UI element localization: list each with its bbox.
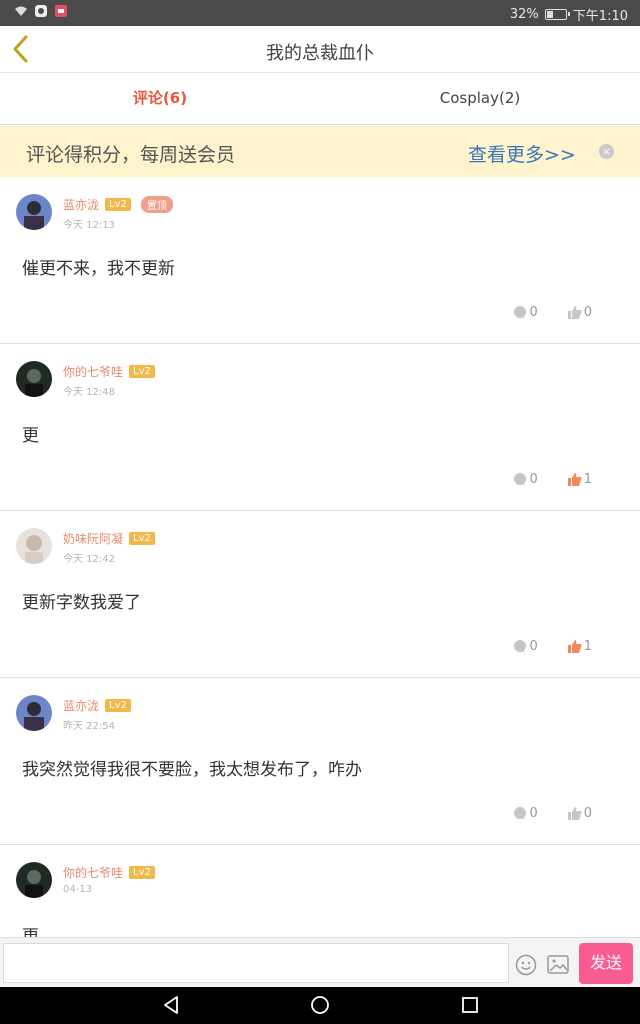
comment-input-bar: 发送 [0, 937, 640, 987]
like-button[interactable]: 1 [567, 639, 592, 654]
header-bar: 我的总裁血仆 [0, 26, 640, 73]
level-badge: Lv2 [105, 198, 131, 211]
recent-apps-square-icon[interactable] [460, 995, 480, 1015]
reply-button[interactable]: 0 [513, 639, 538, 654]
reply-count: 0 [529, 639, 538, 654]
promo-banner: 评论得积分，每周送会员 查看更多>> × [0, 126, 640, 177]
avatar[interactable] [16, 528, 52, 564]
comment-time: 04-13 [63, 884, 93, 895]
thumbs-up-icon [567, 306, 582, 319]
like-button[interactable]: 0 [567, 305, 592, 320]
like-count: 1 [583, 472, 592, 487]
comment-item: 奶味阮阿凝 Lv2 今天 12:42 更新字数我爱了 0 1 [0, 512, 640, 678]
thumbs-up-icon [567, 473, 582, 486]
home-circle-icon[interactable] [310, 995, 330, 1015]
comment-username[interactable]: 蓝亦泷 [63, 196, 99, 213]
avatar[interactable] [16, 361, 52, 397]
comment-username[interactable]: 奶味阮阿凝 [63, 530, 123, 547]
level-badge: Lv2 [129, 532, 155, 545]
comment-text: 我突然觉得我很不要脸，我太想发布了，咋办 [22, 760, 362, 780]
reply-count: 0 [529, 305, 538, 320]
comment-time: 今天 12:13 [63, 220, 115, 231]
wifi-icon [15, 6, 27, 16]
comment-input[interactable] [3, 943, 509, 983]
avatar[interactable] [16, 194, 52, 230]
like-count: 0 [583, 806, 592, 821]
like-button[interactable]: 0 [567, 806, 592, 821]
send-button[interactable]: 发送 [579, 943, 633, 984]
see-more-link[interactable]: 查看更多>> [468, 140, 576, 167]
comment-text: 催更不来，我不更新 [22, 259, 175, 279]
battery-percent: 32% [509, 7, 539, 22]
like-count: 0 [583, 305, 592, 320]
avatar[interactable] [16, 862, 52, 898]
banner-text: 评论得积分，每周送会员 [26, 144, 236, 166]
status-bar: 32% 下午1:10 [0, 0, 640, 26]
comment-username[interactable]: 你的七爷哇 [63, 864, 123, 881]
thumbs-up-icon [567, 640, 582, 653]
level-badge: Lv2 [129, 866, 155, 879]
comment-item: 蓝亦泷 Lv2 昨天 22:54 我突然觉得我很不要脸，我太想发布了，咋办 0 … [0, 679, 640, 845]
pinned-badge: 置顶 [140, 196, 173, 213]
tab-bar: 评论(6) Cosplay(2) [0, 73, 640, 125]
tab-cosplay[interactable]: Cosplay(2) [320, 73, 640, 124]
avatar[interactable] [16, 695, 52, 731]
emoji-icon[interactable] [515, 954, 537, 976]
like-button[interactable]: 1 [567, 472, 592, 487]
comment-bubble-icon [514, 640, 527, 653]
back-triangle-icon[interactable] [161, 995, 181, 1015]
comment-item: 你的七爷哇 Lv2 04-13 更 [0, 846, 640, 937]
thumbs-up-icon [567, 807, 582, 820]
comment-username[interactable]: 蓝亦泷 [63, 697, 99, 714]
reply-button[interactable]: 0 [513, 472, 538, 487]
comment-username[interactable]: 你的七爷哇 [63, 363, 123, 380]
like-count: 1 [583, 639, 592, 654]
comment-item: 蓝亦泷 Lv2 置顶 今天 12:13 催更不来，我不更新 0 0 [0, 178, 640, 344]
reply-button[interactable]: 0 [513, 806, 538, 821]
image-icon[interactable] [547, 955, 569, 974]
reply-button[interactable]: 0 [513, 305, 538, 320]
comment-text: 更新字数我爱了 [22, 593, 141, 613]
app-notification-icon [35, 5, 47, 17]
comment-bubble-icon [514, 807, 527, 820]
battery-icon [544, 9, 570, 20]
reply-count: 0 [529, 806, 538, 821]
close-banner-icon[interactable]: × [599, 144, 614, 159]
comment-item: 你的七爷哇 Lv2 今天 12:48 更 0 1 [0, 345, 640, 511]
message-notification-icon [55, 5, 67, 17]
tab-comments[interactable]: 评论(6) [0, 73, 320, 124]
page-title: 我的总裁血仆 [266, 43, 374, 64]
comment-time: 今天 12:42 [63, 554, 115, 565]
level-badge: Lv2 [129, 365, 155, 378]
reply-count: 0 [529, 472, 538, 487]
comment-text: 更 [22, 426, 39, 446]
clock: 下午1:10 [572, 9, 628, 24]
comment-bubble-icon [514, 306, 527, 319]
level-badge: Lv2 [105, 699, 131, 712]
comment-time: 今天 12:48 [63, 387, 115, 398]
comment-bubble-icon [514, 473, 527, 486]
comment-text: 更 [22, 927, 39, 937]
comment-time: 昨天 22:54 [63, 721, 115, 732]
system-nav-bar [0, 987, 640, 1024]
